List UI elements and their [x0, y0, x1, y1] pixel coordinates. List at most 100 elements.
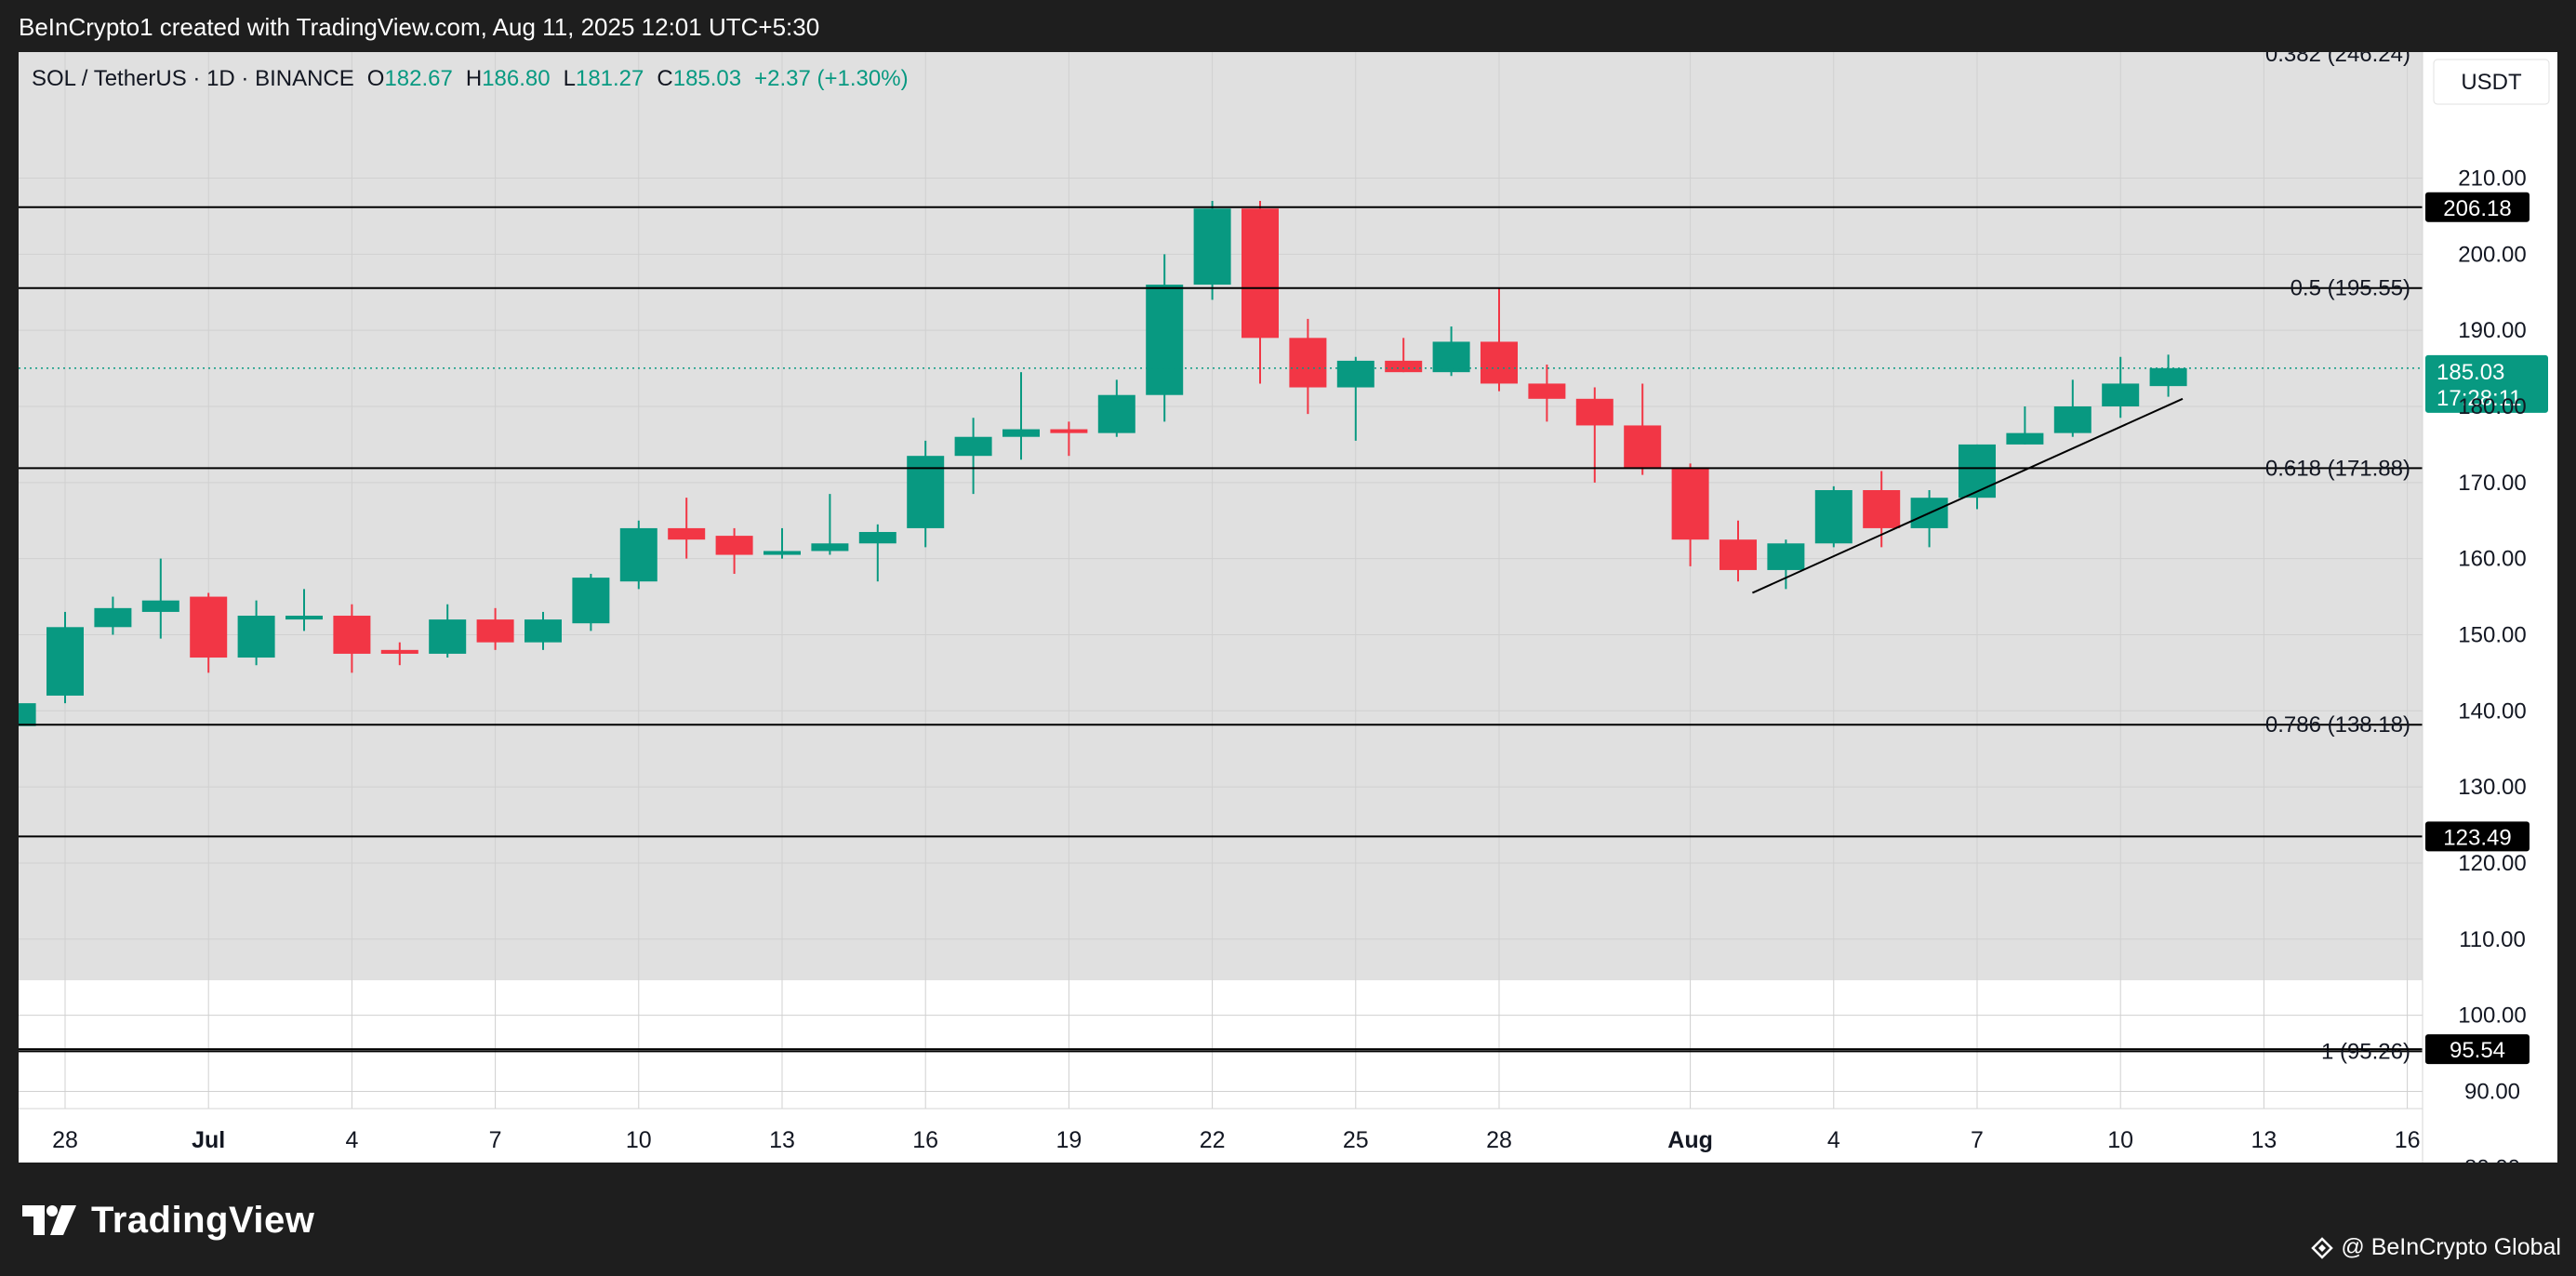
candle-body — [1481, 341, 1518, 384]
candle-body — [1193, 208, 1231, 286]
x-tick-label: 10 — [626, 1127, 652, 1153]
candle-body — [1385, 360, 1423, 373]
svg-text:SOL / TetherUS · 1D · BINANCEO: SOL / TetherUS · 1D · BINANCE O182.67 H186… — [32, 66, 909, 91]
x-tick-label: 25 — [1343, 1127, 1369, 1153]
x-tick-label: 7 — [1971, 1127, 1984, 1153]
candle-body — [1146, 285, 1184, 395]
candle-body — [1289, 338, 1327, 388]
candle-body — [1671, 467, 1709, 540]
x-tick-label: 7 — [489, 1127, 502, 1153]
plot-panel — [19, 52, 2423, 980]
candle-body — [524, 619, 562, 643]
candle — [619, 520, 657, 590]
x-tick-label: 19 — [1056, 1127, 1082, 1153]
x-tick-label: 28 — [1486, 1127, 1512, 1153]
y-tick-label: 190.00 — [2458, 318, 2526, 343]
tradingview-logo[interactable]: TradingView — [20, 1196, 314, 1244]
currency-button[interactable]: USDT — [2433, 59, 2550, 105]
legend-open-value: 182.67 — [384, 66, 452, 91]
header-bar: BeInCrypto1 created with TradingView.com… — [0, 0, 2576, 52]
candle-body — [429, 619, 467, 654]
candle-body — [1767, 543, 1805, 570]
price-chart[interactable]: 0.5 (195.55) 0.618 (171.88) 0.786 (138.18)… — [19, 52, 2557, 1163]
level-tag-label: 95.54 — [2450, 1038, 2505, 1063]
y-tick-label: 110.00 — [2459, 927, 2526, 952]
candle-body — [1959, 444, 1996, 498]
candle-body — [1003, 429, 1040, 437]
x-tick-label: 16 — [2395, 1127, 2421, 1153]
candle-body — [907, 456, 945, 528]
candle-body — [476, 619, 514, 643]
fib-level-label: 0.786 (138.18) — [2265, 712, 2410, 738]
fib-level-label: 0.5 (195.55) — [2291, 276, 2410, 301]
candle-body — [1863, 490, 1901, 528]
level-tag-label: 206.18 — [2443, 196, 2511, 221]
candle-body — [1050, 429, 1088, 433]
legend-low-value: 181.27 — [576, 66, 644, 91]
candle-body — [237, 616, 275, 658]
watermark-text: @ BeInCrypto Global — [2341, 1234, 2561, 1260]
candle-body — [811, 543, 849, 552]
candle-body — [285, 616, 323, 620]
y-tick-label: 90.00 — [2464, 1079, 2520, 1104]
tradingview-brand-text: TradingView — [91, 1199, 315, 1241]
y-tick-label: 150.00 — [2458, 622, 2526, 647]
candle-body — [764, 551, 801, 555]
y-tick-label: 140.00 — [2458, 698, 2526, 724]
y-tick-label: 200.00 — [2458, 242, 2526, 267]
level-tag-label: 123.49 — [2443, 825, 2511, 850]
x-tick-label: 28 — [52, 1127, 78, 1153]
candle-body — [715, 536, 753, 555]
y-tick-label: 120.00 — [2458, 851, 2526, 876]
y-tick-label: 80.00 — [2464, 1155, 2520, 1163]
candle-body — [2102, 383, 2140, 406]
legend-close-value: 185.03 — [673, 66, 741, 91]
candle-body — [1336, 360, 1374, 388]
candle-body — [1097, 394, 1135, 433]
x-tick-label: Aug — [1667, 1127, 1713, 1153]
legend-symbol: SOL / TetherUS · 1D · BINANCE — [32, 66, 354, 91]
candle-body — [619, 527, 657, 582]
legend-change: +2.37 (+1.30%) — [754, 66, 908, 91]
y-tick-label: 100.00 — [2458, 1004, 2526, 1029]
x-tick-label: Jul — [192, 1127, 225, 1153]
x-tick-label: 13 — [769, 1127, 795, 1153]
diamond-logo-icon — [2311, 1236, 2334, 1259]
fib-level-label: 0.618 (171.88) — [2265, 456, 2410, 481]
y-tick-label: 210.00 — [2458, 166, 2526, 192]
y-tick-label: 170.00 — [2458, 471, 2526, 496]
x-tick-label: 10 — [2107, 1127, 2133, 1153]
candle-body — [190, 596, 228, 658]
x-tick-label: 22 — [1200, 1127, 1226, 1153]
candle-body — [2149, 367, 2187, 387]
candle — [572, 574, 610, 631]
current-price-label: 185.03 — [2437, 360, 2504, 385]
tradingview-logo-icon — [22, 1205, 76, 1235]
candle-body — [380, 649, 418, 654]
legend-high-value: 186.80 — [482, 66, 550, 91]
y-tick-label: 180.00 — [2458, 394, 2526, 419]
candle-body — [19, 703, 36, 726]
x-tick-label: 16 — [912, 1127, 938, 1153]
candle-body — [46, 627, 84, 696]
legend-open-label: O — [367, 66, 385, 91]
y-tick-label: 160.00 — [2458, 547, 2526, 572]
candle-body — [668, 527, 706, 540]
candle-body — [572, 578, 610, 624]
chart-frame[interactable]: 0.5 (195.55) 0.618 (171.88) 0.786 (138.18)… — [19, 52, 2557, 1163]
header-credit: BeInCrypto1 created with TradingView.com… — [19, 13, 820, 41]
candle-body — [333, 616, 371, 654]
candle-body — [2006, 432, 2044, 445]
candle-body — [1720, 539, 1757, 570]
fib-label-partial: 0.382 (246.24) — [2265, 52, 2410, 67]
candle-body — [1575, 398, 1613, 426]
candle-body — [1814, 490, 1852, 544]
candle-body — [2053, 405, 2091, 433]
candle-body — [954, 436, 992, 457]
chart-legend: SOL / TetherUS · 1D · BINANCE O182.67 H186… — [32, 66, 909, 91]
y-tick-label: 130.00 — [2458, 775, 2526, 800]
legend-close-label: C — [657, 66, 672, 91]
x-tick-label: 4 — [345, 1127, 358, 1153]
x-tick-label: 4 — [1827, 1127, 1840, 1153]
candle-body — [858, 532, 896, 544]
